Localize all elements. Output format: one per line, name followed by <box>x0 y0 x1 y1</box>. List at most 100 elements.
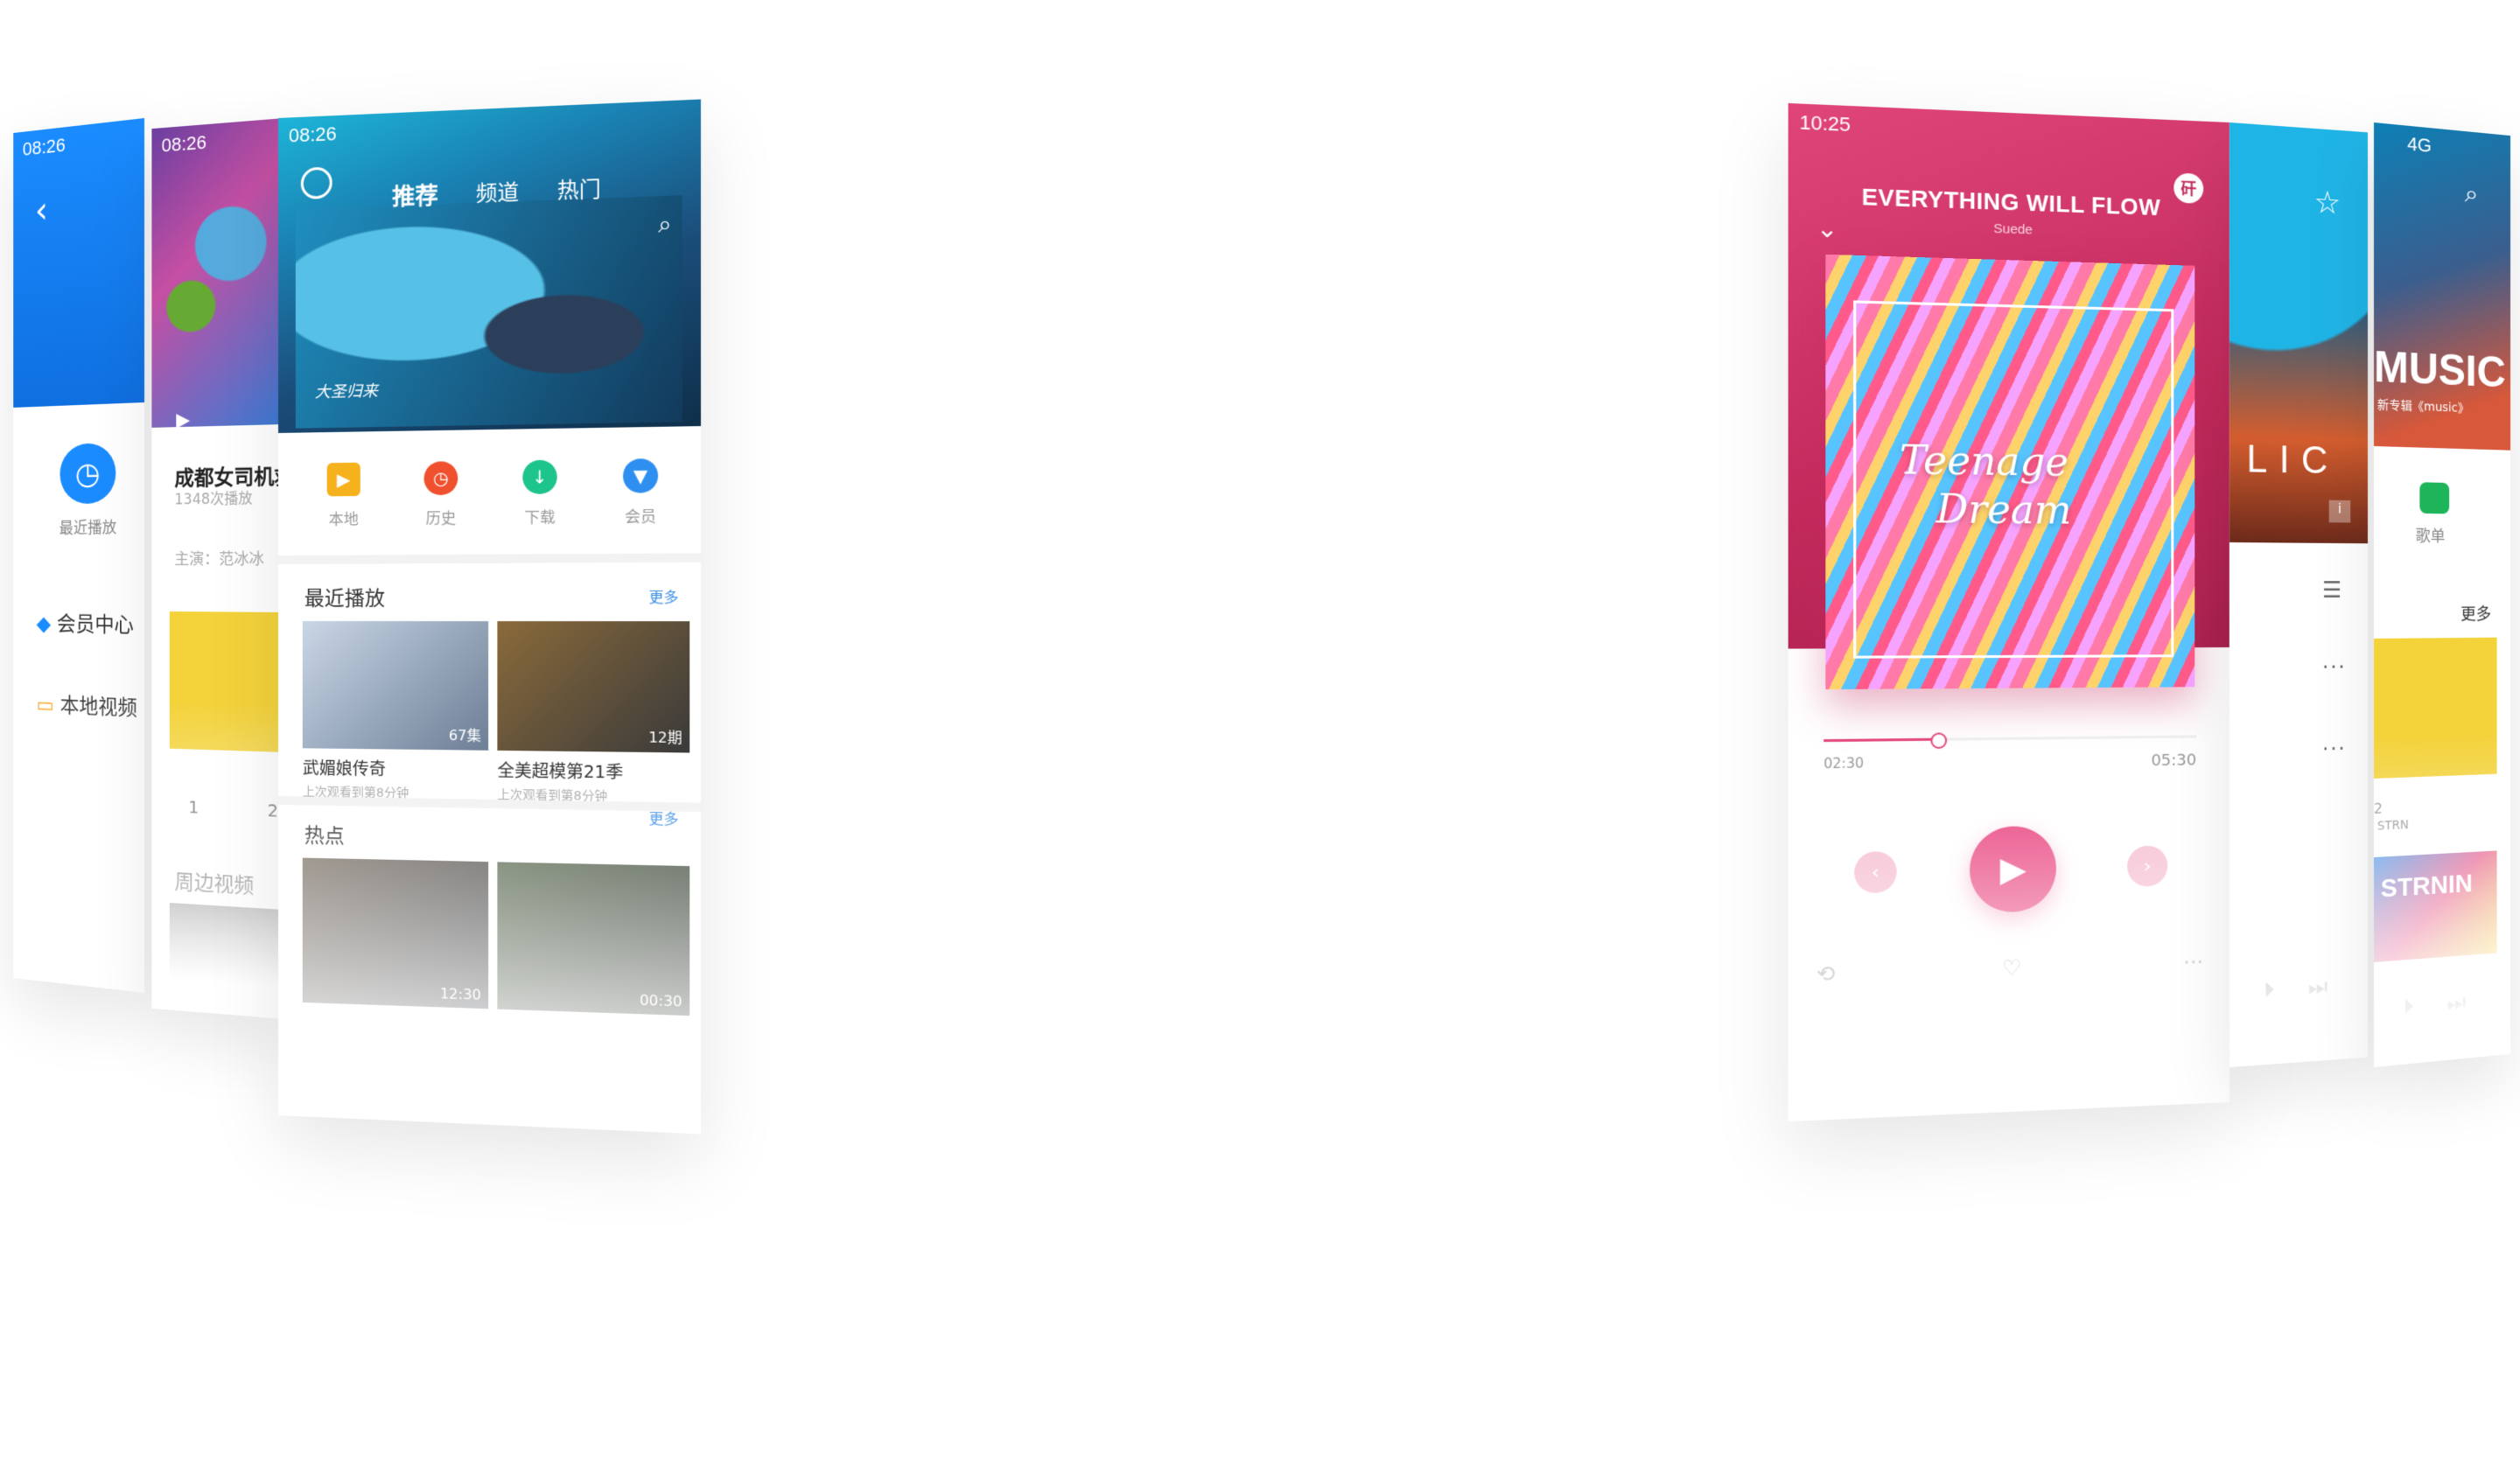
episode-1[interactable]: 1 <box>188 796 199 817</box>
episode-2[interactable]: 2 <box>268 800 278 821</box>
recent-play-label: 最近播放 <box>59 519 117 538</box>
video-player[interactable] <box>151 118 284 428</box>
skip-next-icon[interactable]: ⏭ <box>2446 989 2466 1017</box>
progress-fill <box>1824 737 1938 743</box>
play-circle-icon[interactable]: ⏵ <box>2264 977 2275 1005</box>
nearby-thumbnail[interactable] <box>169 903 284 1016</box>
star-icon[interactable]: ☆ <box>2314 185 2342 221</box>
recent-card[interactable]: 67集 武媚娘传奇 上次观看到第8分钟 <box>302 621 489 803</box>
playlist-icon[interactable] <box>2419 482 2450 514</box>
hot-card-thumbnail: 00:30 <box>497 862 690 1016</box>
album-cover-text: LIC <box>2246 437 2340 483</box>
cover-title-line2: Dream <box>1936 486 2072 534</box>
elapsed-time: 02:30 <box>1824 755 1865 772</box>
more-icon[interactable]: ··· <box>2322 655 2346 680</box>
album-cover: Teenage Dream <box>1825 254 2195 690</box>
more-icon[interactable]: ··· <box>2183 950 2203 975</box>
search-icon[interactable]: ⌕ <box>658 211 671 240</box>
hot-more-link[interactable]: 更多 <box>649 807 679 828</box>
local-icon: ▶ <box>326 462 360 497</box>
heart-icon[interactable]: ♡ <box>2002 955 2021 981</box>
skip-next-icon[interactable]: ⏭ <box>2308 974 2328 1002</box>
repeat-icon[interactable]: ⟲ <box>1816 961 1835 988</box>
related-thumbnail[interactable] <box>169 611 284 753</box>
status-time: 10:25 <box>1799 110 1852 136</box>
download-label: 下载 <box>524 509 556 527</box>
status-time: 08:26 <box>288 122 337 147</box>
left-phone-video-home: 大圣归来 08:26 推荐 频道 热门 ⌕ ▶ 本地 ◷ 历史 ↓ 下载 ▼ 会 <box>278 99 701 1135</box>
episode-badge: 12期 <box>648 729 682 747</box>
vip-center-item[interactable]: ◆ 会员中心 <box>37 606 134 638</box>
duration-badge: 00:30 <box>639 991 682 1010</box>
recent-card-title: 武媚娘传奇 <box>302 758 386 779</box>
reflection-fade <box>1788 759 2230 1122</box>
right-phone-music-player: 10:25 ⌄ EVERYTHING WILL FLOW Suede 矸 Tee… <box>1788 102 2230 1122</box>
hot-card[interactable]: 00:30 <box>497 862 690 1016</box>
mini-player-controls: ⏵ ⏭ <box>2403 989 2466 1022</box>
cover-title-line1: Teenage <box>1899 437 2068 486</box>
hot-card-thumbnail: 12:30 <box>302 857 489 1009</box>
recent-more-link[interactable]: 更多 <box>649 585 679 607</box>
recent-card[interactable]: 12期 全美超模第21季 上次观看到第8分钟 <box>497 621 690 807</box>
reflection-fade <box>2230 733 2369 1067</box>
status-time: 08:26 <box>22 134 66 160</box>
recent-card-title: 全美超模第21季 <box>497 761 624 783</box>
history-icon: ◷ <box>424 461 458 496</box>
episode-badge: 67集 <box>448 726 481 744</box>
lyrics-button[interactable]: 矸 <box>2174 172 2204 204</box>
play-icon[interactable]: ▶ <box>176 409 190 431</box>
local-label: 本地 <box>328 511 359 529</box>
banner-subtitle: 新专辑《music》 <box>2376 398 2469 416</box>
progress-knob[interactable] <box>1930 732 1948 750</box>
playback-controls: ‹ ▶ › <box>1788 822 2230 918</box>
recent-card-thumbnail: 12期 <box>497 621 690 753</box>
quick-entry-vip[interactable]: ▼ 会员 <box>608 458 673 527</box>
local-video-label: 本地视频 <box>60 693 137 721</box>
duration-badge: 12:30 <box>439 984 481 1003</box>
progress-bar[interactable] <box>1824 732 2197 750</box>
search-icon[interactable]: ⌕ <box>2465 178 2479 210</box>
profile-header <box>13 118 144 408</box>
banner-title: MUSIC <box>2374 342 2506 397</box>
section-divider <box>278 553 701 564</box>
next-button[interactable]: › <box>2127 845 2168 887</box>
playlist-label: 歌单 <box>2415 527 2446 546</box>
more-link[interactable]: 更多 <box>2460 602 2491 625</box>
status-time: 08:26 <box>161 131 207 157</box>
quick-entry-history[interactable]: ◷ 历史 <box>410 461 472 528</box>
local-video-item[interactable]: ▭ 本地视频 <box>37 688 137 722</box>
player-actions: ⟲ ♡ ··· <box>1816 950 2204 987</box>
hot-card[interactable]: 12:30 <box>302 857 489 1009</box>
more-icon[interactable]: ··· <box>2322 737 2346 761</box>
artist-abbr: STRN <box>2376 818 2409 834</box>
graffiti-thumbnail[interactable] <box>2374 850 2497 962</box>
reflection-fade <box>13 681 144 993</box>
back-icon[interactable]: ‹ <box>35 189 48 232</box>
list-icon[interactable]: ☰ <box>2322 577 2342 604</box>
previous-button[interactable]: ‹ <box>1854 850 1897 894</box>
signal-indicator: 4G <box>2407 132 2432 157</box>
vip-icon: ▼ <box>623 458 659 493</box>
play-button[interactable]: ▶ <box>1970 825 2056 913</box>
clock-icon: ◷ <box>60 442 116 505</box>
left-phone-profile: 08:26 ‹ ◷ 最近播放 ◆ 会员中心 ▭ 本地视频 <box>13 118 144 993</box>
nearby-videos-title: 周边视频 <box>174 870 255 898</box>
hero-caption: 大圣归来 <box>314 381 378 402</box>
tab-hot[interactable]: 热门 <box>557 171 601 206</box>
recent-play-entry[interactable]: ◷ 最近播放 <box>56 442 120 539</box>
info-icon[interactable]: i <box>2328 499 2351 523</box>
tab-recommend[interactable]: 推荐 <box>392 178 438 212</box>
download-icon: ↓ <box>522 459 557 495</box>
graffiti-text: STRNIN <box>2380 869 2473 904</box>
play-count: 1348次播放 <box>174 490 253 509</box>
vip-center-label: 会员中心 <box>57 611 134 638</box>
album-thumbnail[interactable] <box>2374 637 2497 779</box>
diamond-icon: ◆ <box>36 611 52 636</box>
track-number: 2 <box>2374 800 2383 817</box>
quick-entry-download[interactable]: ↓ 下载 <box>508 459 572 527</box>
tab-channel[interactable]: 频道 <box>476 174 519 209</box>
recent-section-title: 最近播放 <box>304 587 385 611</box>
play-circle-icon[interactable]: ⏵ <box>2403 994 2413 1022</box>
quick-entry-local[interactable]: ▶ 本地 <box>313 462 374 529</box>
left-phone-video-detail: 08:26 ▶ 成都女司机救 1348次播放 主演：范冰冰 1 2 周边视频 <box>151 118 284 1019</box>
